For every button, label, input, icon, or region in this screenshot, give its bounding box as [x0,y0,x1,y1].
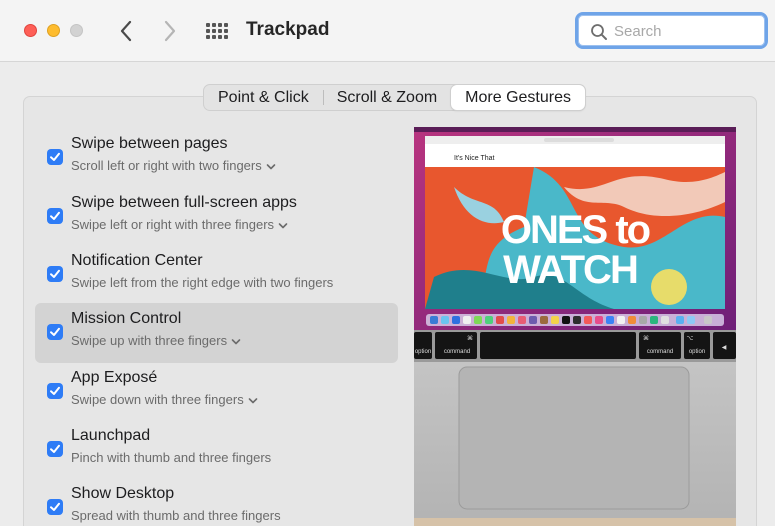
gesture-subtitle: Spread with thumb and three fingers [71,508,281,523]
gesture-option-popup[interactable]: Swipe down with three fingers [71,392,258,407]
gesture-title: Swipe between full-screen apps [71,194,297,211]
gesture-title: Mission Control [71,310,182,327]
gesture-app-expose: App Exposé Swipe down with three fingers [35,362,398,422]
tab-scroll-and-zoom[interactable]: Scroll & Zoom [322,85,451,110]
gesture-subtitle: Swipe left from the right edge with two … [71,275,334,290]
space-bar [480,332,636,359]
gesture-swipe-between-full-screen-apps: Swipe between full-screen apps Swipe lef… [35,187,398,247]
gesture-mission-control[interactable]: Mission Control Swipe up with three fing… [35,303,398,363]
headline-line-2: WATCH [503,248,637,292]
chevron-down-icon [266,163,276,169]
gesture-title: Launchpad [71,427,151,444]
checkmark-icon [50,386,60,395]
close-window-button[interactable] [24,24,37,37]
gesture-subtitle: Pinch with thumb and three fingers [71,450,272,465]
show-all-preferences-button[interactable] [204,19,230,45]
show-desktop-checkbox[interactable] [47,499,63,515]
gesture-option-popup[interactable]: Swipe up with three fingers [71,333,241,348]
gesture-title: Swipe between pages [71,135,228,152]
site-name: It's Nice That [454,155,495,162]
gesture-title: Show Desktop [71,485,175,502]
checkmark-icon [50,269,60,278]
checkmark-icon [50,327,60,336]
desk-edge [414,518,736,526]
menu-bar [414,127,736,132]
launchpad-checkbox[interactable] [47,441,63,457]
checkmark-icon [50,444,60,453]
tab-bar: Point & Click Scroll & Zoom More Gesture… [203,84,586,111]
zoom-window-button[interactable] [70,24,83,37]
search-icon [591,24,607,40]
swipe-between-apps-checkbox[interactable] [47,208,63,224]
chevron-down-icon [248,397,258,403]
checkmark-icon [50,211,60,220]
chevron-down-icon [231,338,241,344]
chevron-down-icon [278,222,288,228]
svg-text:command: command [444,349,470,355]
svg-text:◀: ◀ [722,344,727,351]
svg-text:⌘: ⌘ [643,335,649,342]
gesture-preview: It's Nice That ONES to WATCH option ⌘ co… [414,127,736,526]
tab-more-gestures[interactable]: More Gestures [451,85,585,110]
svg-text:option: option [689,349,705,355]
mission-control-checkbox[interactable] [47,324,63,340]
chevron-left-icon [120,20,132,42]
gesture-title: App Exposé [71,369,158,386]
back-button[interactable] [113,17,139,45]
forward-button[interactable] [157,17,183,45]
window-title: Trackpad [246,19,330,40]
search-input[interactable] [614,20,759,42]
gesture-notification-center: Notification Center Swipe left from the … [35,245,398,305]
svg-text:option: option [415,349,431,355]
gesture-subtitle: Swipe up with three fingers [71,333,228,348]
checkmark-icon [50,502,60,511]
gesture-subtitle: Swipe left or right with three fingers [71,217,275,232]
app-expose-checkbox[interactable] [47,383,63,399]
gesture-subtitle: Swipe down with three fingers [71,392,244,407]
preview-illustration: It's Nice That ONES to WATCH option ⌘ co… [414,127,736,526]
gesture-option-popup[interactable]: Swipe left or right with three fingers [71,217,288,232]
title-bar: Trackpad [0,0,775,62]
trackpad [458,366,690,510]
svg-text:command: command [647,349,673,355]
minimize-window-button[interactable] [47,24,60,37]
gesture-swipe-between-pages: Swipe between pages Scroll left or right… [35,128,398,188]
gesture-show-desktop: Show Desktop Spread with thumb and three… [35,478,398,526]
gesture-option-popup[interactable]: Scroll left or right with two fingers [71,158,276,173]
tab-point-and-click[interactable]: Point & Click [204,85,323,110]
headline-line-1: ONES to [501,208,650,252]
svg-text:⌥: ⌥ [687,335,694,342]
search-field[interactable] [575,12,768,49]
checkmark-icon [50,152,60,161]
swipe-between-pages-checkbox[interactable] [47,149,63,165]
svg-text:⌘: ⌘ [467,335,473,342]
gesture-title: Notification Center [71,252,203,269]
gesture-launchpad: Launchpad Pinch with thumb and three fin… [35,420,398,480]
gesture-subtitle: Scroll left or right with two fingers [71,158,262,173]
notification-center-checkbox[interactable] [47,266,63,282]
chevron-right-icon [164,20,176,42]
